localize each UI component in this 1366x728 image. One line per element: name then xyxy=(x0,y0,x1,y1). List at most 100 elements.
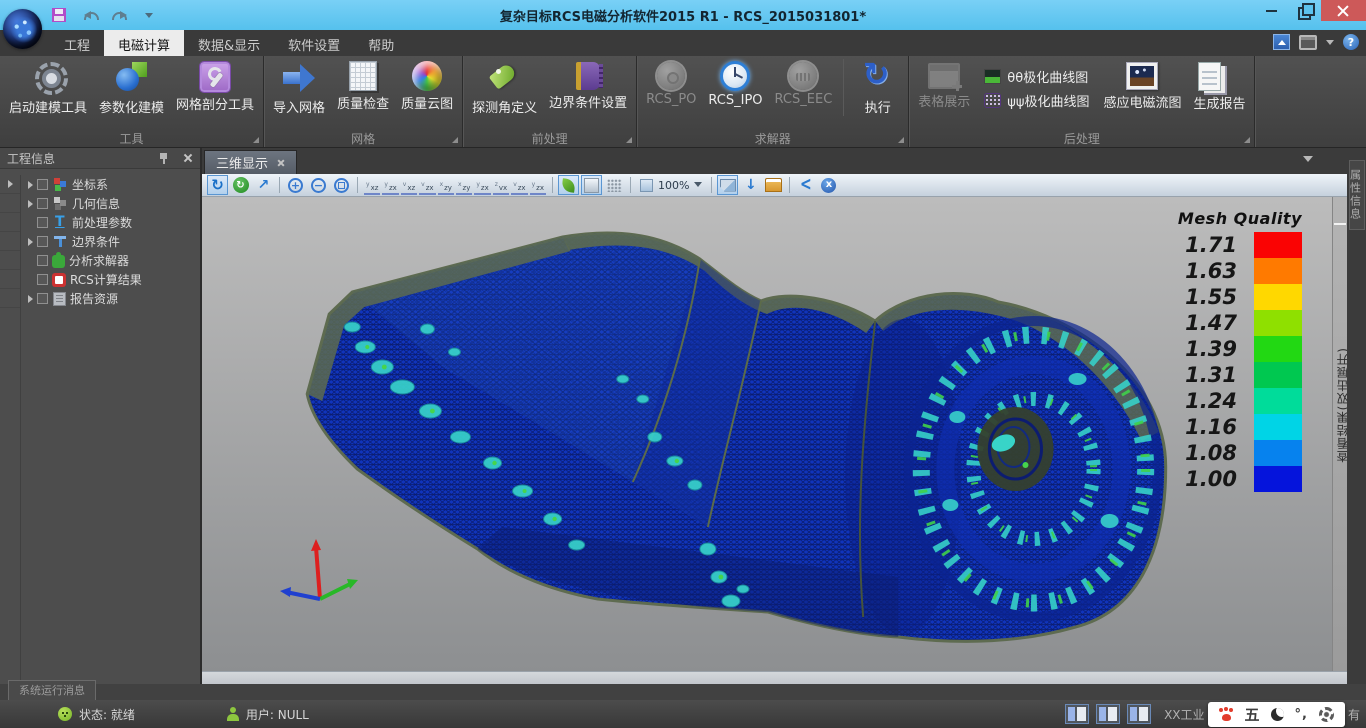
viewport-3d-canvas[interactable]: Mesh Quality 1.711.631.551.471.391.311.2… xyxy=(202,197,1332,671)
ime-punctuation-label[interactable]: °, xyxy=(1295,707,1308,722)
zoom-fit-button[interactable] xyxy=(331,175,352,195)
tree-item-rcs-results[interactable]: RCS计算结果 xyxy=(21,270,200,289)
view-orientation-button[interactable]: zvx xyxy=(493,175,509,195)
orbit-view-button[interactable] xyxy=(230,175,251,195)
cancel-button[interactable] xyxy=(818,175,839,195)
share-flow-button[interactable] xyxy=(795,175,816,195)
open-folder-button[interactable] xyxy=(763,175,784,195)
display-style-icon[interactable] xyxy=(1299,35,1317,50)
tab-close-icon[interactable] xyxy=(277,159,285,167)
rcs-ipo-label: RCS_IPO xyxy=(708,93,762,108)
expander-icon[interactable] xyxy=(28,295,33,303)
execute-button[interactable]: 执行 xyxy=(843,59,905,116)
view-orientation-button[interactable]: vzx xyxy=(419,175,435,195)
minimize-button[interactable] xyxy=(1255,0,1288,21)
menu-tab-em-computation[interactable]: 电磁计算 xyxy=(104,30,184,56)
dialog-launcher-icon[interactable] xyxy=(1244,137,1250,143)
ime-scheme-label[interactable]: 五 xyxy=(1245,704,1260,725)
system-message-tab[interactable]: 系统运行消息 xyxy=(8,680,96,700)
ime-toolbar[interactable]: 五 °, xyxy=(1208,702,1345,727)
zoom-in-button[interactable] xyxy=(285,175,306,195)
dialog-launcher-icon[interactable] xyxy=(452,137,458,143)
rcs-ipo-button[interactable]: RCS_IPO xyxy=(702,59,768,108)
app-logo-icon[interactable] xyxy=(3,9,42,49)
checkbox[interactable] xyxy=(37,255,48,266)
checkbox[interactable] xyxy=(37,274,48,285)
menu-tab-help[interactable]: 帮助 xyxy=(354,30,408,56)
export-down-button[interactable] xyxy=(740,175,761,195)
mesh-partition-tool-button[interactable]: 网格剖分工具 xyxy=(170,59,260,113)
checkbox[interactable] xyxy=(37,217,48,228)
ime-gear-icon[interactable] xyxy=(1319,707,1334,722)
layout-bottom-button[interactable] xyxy=(1127,704,1151,724)
import-mesh-button[interactable]: 导入网格 xyxy=(267,59,331,116)
induced-em-current-map-button[interactable]: 感应电磁流图 xyxy=(1097,59,1187,111)
ribbon-group-items: RCS_PO RCS_IPO RCS_EEC执行 xyxy=(637,56,908,130)
layout-left-button[interactable] xyxy=(1065,704,1089,724)
expander-icon[interactable] xyxy=(28,181,33,189)
help-icon[interactable] xyxy=(1343,34,1359,50)
menu-tab-data-display[interactable]: 数据&显示 xyxy=(184,30,274,56)
results-collapsed-bar[interactable]: 查看结果(双击展开) xyxy=(1332,197,1347,671)
view-orientation-button[interactable]: vxz xyxy=(401,175,417,195)
restore-button[interactable] xyxy=(1288,0,1321,21)
tree-item-analysis-solver[interactable]: 分析求解器 xyxy=(21,251,200,270)
surface-display-button[interactable] xyxy=(581,175,602,195)
parametric-modeling-button[interactable]: 参数化建模 xyxy=(93,59,170,116)
dialog-launcher-icon[interactable] xyxy=(626,137,632,143)
checkbox[interactable] xyxy=(37,179,48,190)
launch-modeling-tool-button[interactable]: 启动建模工具 xyxy=(3,59,93,116)
dialog-launcher-icon[interactable] xyxy=(898,137,904,143)
tree-item-preprocess-params[interactable]: 前处理参数 xyxy=(21,213,200,232)
tree-item-boundary-conditions[interactable]: 边界条件 xyxy=(21,232,200,251)
checkbox[interactable] xyxy=(37,293,48,304)
view-orientation-button[interactable]: xzy xyxy=(438,175,454,195)
tree-item-coordinate-system[interactable]: 坐标系 xyxy=(21,175,200,194)
rcs-eec-button[interactable]: RCS_EEC xyxy=(769,59,839,107)
view-orientation-button[interactable]: yxz xyxy=(364,175,380,195)
view-orientation-button[interactable]: yzx xyxy=(382,175,398,195)
smooth-shading-button[interactable] xyxy=(558,175,579,195)
psi-polarization-curve-button[interactable]: ψψ极化曲线图 xyxy=(984,91,1089,110)
collapse-ribbon-icon[interactable] xyxy=(1273,34,1290,50)
tree-item-geometry-info[interactable]: 几何信息 xyxy=(21,194,200,213)
theta-polarization-curve-button[interactable]: θθ极化曲线图 xyxy=(984,67,1089,86)
wireframe-points-button[interactable] xyxy=(604,175,625,195)
expander-icon[interactable] xyxy=(8,180,13,188)
view-orientation-button[interactable]: yzx xyxy=(474,175,490,195)
snapshot-button[interactable] xyxy=(717,175,738,195)
rotate-view-button[interactable] xyxy=(207,175,228,195)
pan-view-button[interactable] xyxy=(253,175,274,195)
panel-close-icon[interactable] xyxy=(183,153,193,163)
expander-icon[interactable] xyxy=(28,200,33,208)
ime-paw-icon[interactable] xyxy=(1219,708,1234,721)
table-display-button[interactable]: 表格展示 xyxy=(912,59,976,110)
ime-moon-icon[interactable] xyxy=(1271,708,1284,721)
detection-angle-definition-button[interactable]: 探测角定义 xyxy=(466,59,543,116)
properties-tab[interactable]: 属性信息 xyxy=(1349,160,1365,230)
zoom-level-select[interactable]: 100% xyxy=(636,175,706,195)
tab-overflow-icon[interactable] xyxy=(1303,156,1313,167)
menu-tab-software-settings[interactable]: 软件设置 xyxy=(274,30,354,56)
checkbox[interactable] xyxy=(37,198,48,209)
checkbox[interactable] xyxy=(37,236,48,247)
view-orientation-button[interactable]: vzx xyxy=(511,175,527,195)
view-orientation-button[interactable]: xzy xyxy=(456,175,472,195)
view-orientation-button[interactable]: yzx xyxy=(530,175,546,195)
tree-item-report-resources[interactable]: 报告资源 xyxy=(21,289,200,308)
layout-split-button[interactable] xyxy=(1096,704,1120,724)
horizontal-scrollbar[interactable] xyxy=(202,671,1347,684)
rcs-po-button[interactable]: RCS_PO xyxy=(640,59,702,107)
expander-icon[interactable] xyxy=(28,238,33,246)
display-dropdown-icon[interactable] xyxy=(1326,40,1334,49)
quality-check-button[interactable]: 质量检查 xyxy=(331,59,395,112)
quality-cloud-map-button[interactable]: 质量云图 xyxy=(395,59,459,112)
boundary-condition-settings-button[interactable]: 边界条件设置 xyxy=(543,59,633,111)
close-button[interactable] xyxy=(1321,0,1366,21)
dialog-launcher-icon[interactable] xyxy=(253,137,259,143)
tab-3d-display[interactable]: 三维显示 xyxy=(204,150,297,174)
menu-tab-project[interactable]: 工程 xyxy=(50,30,104,56)
generate-report-button[interactable]: 生成报告 xyxy=(1187,59,1251,112)
zoom-out-button[interactable] xyxy=(308,175,329,195)
pin-icon[interactable] xyxy=(159,152,169,165)
